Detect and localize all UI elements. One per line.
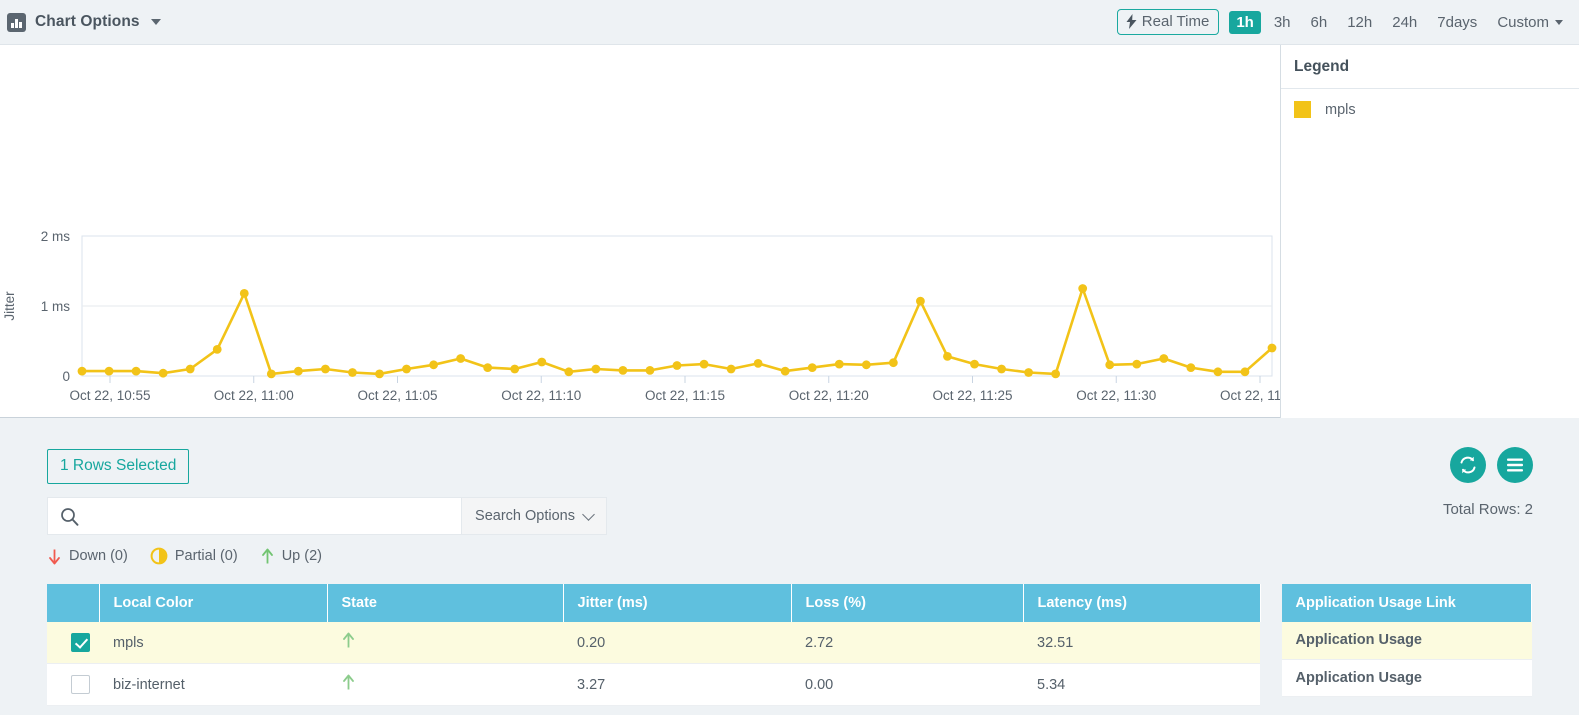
svg-text:Oct 22, 11:05: Oct 22, 11:05 [357,388,437,403]
search-input[interactable] [90,498,461,534]
time-range-selector: Real Time 1h 3h 6h 12h 24h 7days Custom [1117,9,1579,35]
table-row[interactable]: Application Usage [1282,622,1532,659]
row-checkbox-cell[interactable] [47,622,99,664]
column-header-state[interactable]: State [327,584,563,622]
arrow-up-icon [341,674,356,691]
real-time-label: Real Time [1142,13,1210,30]
range-option-3h[interactable]: 3h [1267,11,1298,34]
application-usage-table: Application Usage Link Application Usage… [1282,584,1533,697]
table-row[interactable]: biz-internet 3.27 0.00 5.34 [47,664,1260,706]
metrics-table: Local Color State Jitter (ms) Loss (%) L… [47,584,1261,706]
range-option-custom[interactable]: Custom [1490,11,1570,34]
row-checkbox-cell[interactable] [47,664,99,706]
column-header-local-color[interactable]: Local Color [99,584,327,622]
rows-selected-badge[interactable]: 1 Rows Selected [47,449,189,484]
svg-text:Oct 22, 11:00: Oct 22, 11:00 [214,388,294,403]
status-up-label: Up (2) [282,548,322,564]
search-icon [48,498,90,534]
status-up[interactable]: Up (2) [260,548,322,565]
svg-text:Oct 22, 11:10: Oct 22, 11:10 [501,388,581,403]
table-section: 1 Rows Selected Search Options Down [0,419,1579,715]
table-header-row: Application Usage Link [1282,584,1532,622]
svg-text:1 ms: 1 ms [41,299,71,314]
svg-text:2 ms: 2 ms [41,229,71,244]
chevron-down-icon [582,508,595,521]
jitter-chart-panel: 0 1 ms 2 ms Jitter Oct 22, 10:55 Oct 22, 11:0… [0,45,1280,418]
arrow-up-icon [341,632,356,649]
cell-loss: 2.72 [791,622,1023,664]
cell-jitter: 3.27 [563,664,791,706]
cell-jitter: 0.20 [563,622,791,664]
svg-text:Oct 22, 11:30: Oct 22, 11:30 [1076,388,1156,403]
range-option-7days[interactable]: 7days [1430,11,1484,34]
cell-state [327,622,563,664]
arrow-up-icon [260,548,275,565]
search-bar[interactable]: Search Options [47,497,607,535]
svg-text:Oct 22, 11:15: Oct 22, 11:15 [645,388,725,403]
cell-latency: 32.51 [1023,622,1260,664]
table-row[interactable]: Application Usage [1282,659,1532,696]
jitter-line-chart[interactable]: 0 1 ms 2 ms Jitter Oct 22, 10:55 Oct 22, 11:0… [0,45,1280,418]
svg-text:0: 0 [62,369,70,384]
chart-options-button[interactable]: Chart Options [0,13,161,32]
menu-button[interactable] [1497,447,1533,483]
row-checkbox[interactable] [71,633,90,652]
legend-item-mpls[interactable]: mpls [1281,89,1579,118]
svg-text:Oct 22, 10:55: Oct 22, 10:55 [69,388,150,403]
search-options-label: Search Options [475,508,575,524]
svg-text:Jitter: Jitter [2,291,17,321]
top-bar: Chart Options Real Time 1h 3h 6h 12h 24h… [0,0,1579,45]
hamburger-menu-icon [1505,457,1525,473]
legend-panel: Legend mpls [1280,45,1579,418]
partial-circle-icon [150,547,168,565]
data-table-area: Local Color State Jitter (ms) Loss (%) L… [47,584,1532,706]
cell-local-color: biz-internet [99,664,327,706]
column-header-latency[interactable]: Latency (ms) [1023,584,1260,622]
cell-state [327,664,563,706]
refresh-icon [1457,454,1479,476]
range-option-24h[interactable]: 24h [1385,11,1424,34]
chevron-down-icon [1555,20,1563,25]
cell-application-usage-link[interactable]: Application Usage [1282,659,1532,696]
column-header-application-usage-link[interactable]: Application Usage Link [1282,584,1532,622]
cell-local-color: mpls [99,622,327,664]
legend-color-swatch [1294,101,1311,118]
chevron-down-icon[interactable] [151,19,161,25]
svg-text:Oct 22, 11:20: Oct 22, 11:20 [789,388,869,403]
row-checkbox[interactable] [71,675,90,694]
refresh-button[interactable] [1450,447,1486,483]
status-down[interactable]: Down (0) [47,548,128,565]
column-header-select[interactable] [47,584,99,622]
table-row[interactable]: mpls 0.20 2.72 32.51 [47,622,1260,664]
real-time-button[interactable]: Real Time [1117,9,1220,35]
range-option-1h[interactable]: 1h [1229,11,1261,34]
table-actions [1450,447,1533,483]
total-rows-label: Total Rows: 2 [1443,501,1533,518]
cell-loss: 0.00 [791,664,1023,706]
cell-latency: 5.34 [1023,664,1260,706]
range-option-12h[interactable]: 12h [1340,11,1379,34]
svg-text:Oct 22, 11:35: Oct 22, 11:35 [1220,388,1280,403]
search-options-dropdown[interactable]: Search Options [461,498,606,534]
svg-text:Oct 22, 11:25: Oct 22, 11:25 [932,388,1012,403]
table-header-row: Local Color State Jitter (ms) Loss (%) L… [47,584,1260,622]
arrow-down-icon [47,548,62,565]
chart-options-label: Chart Options [35,13,140,31]
range-option-6h[interactable]: 6h [1304,11,1335,34]
column-header-loss[interactable]: Loss (%) [791,584,1023,622]
status-partial-label: Partial (0) [175,548,238,564]
range-option-custom-label: Custom [1497,14,1549,31]
status-partial[interactable]: Partial (0) [150,547,238,565]
lightning-bolt-icon [1126,14,1137,29]
legend-title: Legend [1281,45,1579,89]
cell-application-usage-link[interactable]: Application Usage [1282,622,1532,659]
legend-item-label: mpls [1325,102,1356,118]
bar-chart-icon [7,13,26,32]
status-down-label: Down (0) [69,548,128,564]
column-header-jitter[interactable]: Jitter (ms) [563,584,791,622]
status-summary: Down (0) Partial (0) Up (2) [47,547,337,565]
app-root: Chart Options Real Time 1h 3h 6h 12h 24h… [0,0,1579,715]
